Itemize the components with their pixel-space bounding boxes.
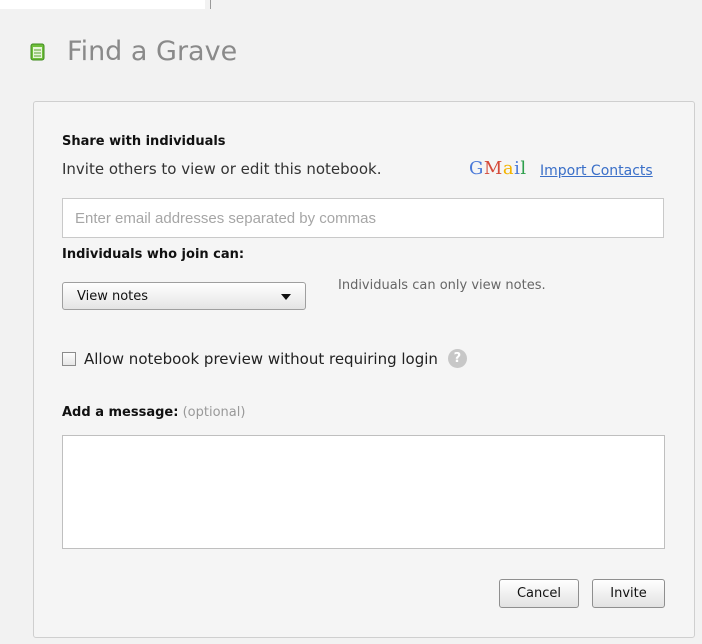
- notebook-header: Find a Grave: [30, 36, 237, 67]
- share-description: Invite others to view or edit this noteb…: [62, 160, 382, 178]
- chevron-down-icon: [281, 294, 291, 300]
- help-icon[interactable]: ?: [447, 349, 467, 368]
- cancel-button[interactable]: Cancel: [499, 579, 579, 608]
- permissions-heading: Individuals who join can:: [62, 247, 245, 262]
- import-contacts-link[interactable]: Import Contacts: [540, 163, 653, 179]
- invite-button[interactable]: Invite: [592, 579, 665, 608]
- preview-label: Allow notebook preview without requiring…: [84, 349, 438, 368]
- preview-checkbox[interactable]: [62, 351, 76, 366]
- top-bar: [0, 0, 205, 9]
- message-optional-label: (optional): [182, 405, 246, 420]
- message-textarea[interactable]: [62, 435, 665, 549]
- permission-note: Individuals can only view notes.: [338, 278, 546, 293]
- gmail-logo: GMail: [469, 158, 527, 179]
- email-input[interactable]: [62, 198, 664, 238]
- preview-option: Allow notebook preview without requiring…: [62, 349, 467, 368]
- message-heading: Add a message: (optional): [62, 405, 245, 420]
- notebook-icon: [30, 43, 45, 60]
- permission-dropdown[interactable]: View notes: [62, 282, 306, 310]
- share-heading: Share with individuals: [62, 134, 226, 149]
- share-dialog: Share with individuals Invite others to …: [33, 101, 695, 638]
- permission-dropdown-value: View notes: [77, 288, 149, 304]
- message-label: Add a message:: [62, 405, 179, 420]
- top-bar-divider: [210, 0, 211, 9]
- page-title: Find a Grave: [67, 36, 238, 67]
